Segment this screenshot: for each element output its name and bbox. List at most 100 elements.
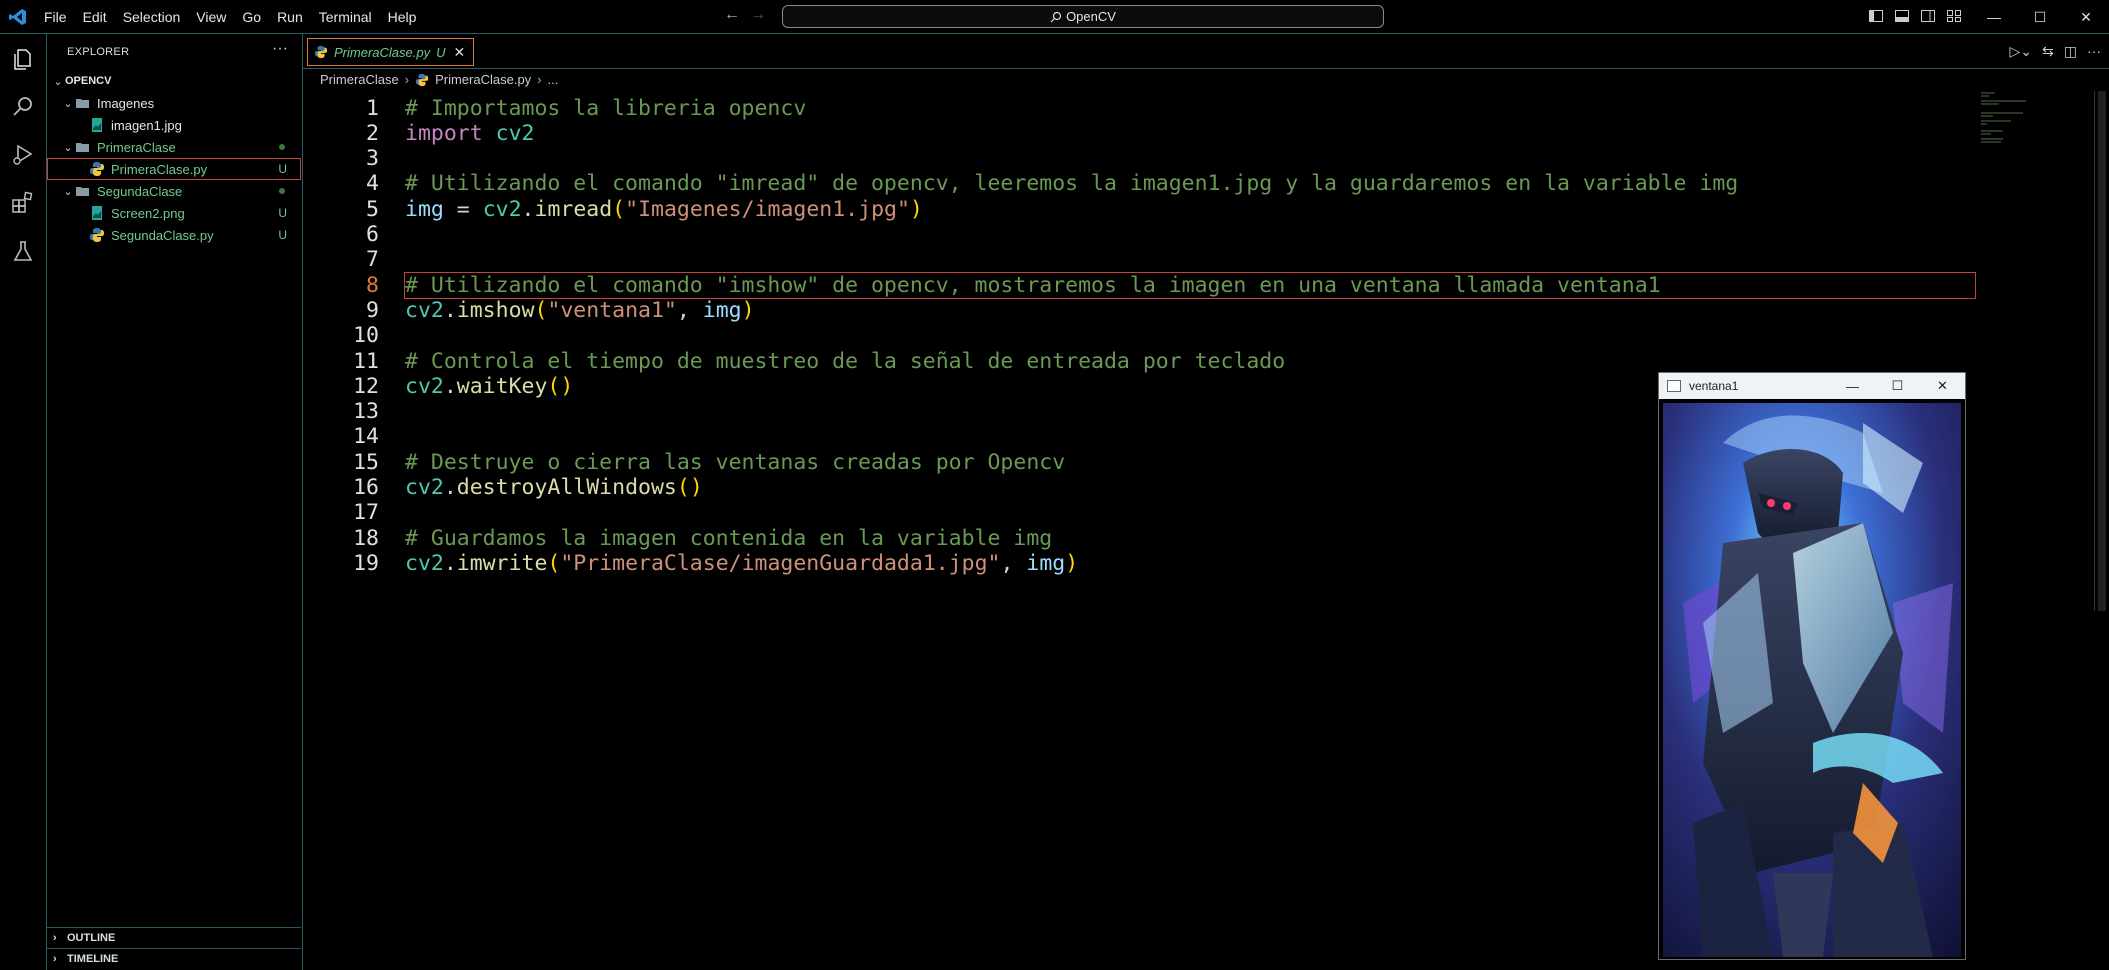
- tree-item-label: PrimeraClase.py: [111, 161, 208, 177]
- minimap[interactable]: [1981, 91, 2041, 151]
- folder-open-icon: [76, 143, 89, 152]
- workspace-root-label: OPENCV: [65, 75, 112, 87]
- explorer-header: EXPLORER: [67, 46, 130, 58]
- tree-folder-imagenes[interactable]: ⌄ Imagenes: [47, 92, 301, 114]
- menu-view[interactable]: View: [196, 9, 226, 25]
- explorer-more-actions-icon[interactable]: ···: [272, 40, 288, 58]
- modified-dot-icon: [279, 188, 285, 194]
- image-file-icon: [92, 206, 102, 220]
- tab-git-status: U: [436, 44, 446, 60]
- run-debug-icon[interactable]: [10, 142, 36, 168]
- chevron-right-icon: ›: [537, 72, 542, 87]
- tree-item-label: Imagenes: [97, 95, 155, 111]
- tree-item-label: SegundaClase.py: [111, 227, 214, 243]
- run-python-file-icon[interactable]: ▷⌄: [2010, 43, 2033, 60]
- tree-item-label: SegundaClase: [97, 183, 183, 199]
- tree-file-imagen1[interactable]: imagen1.jpg: [47, 114, 301, 136]
- breadcrumb-folder[interactable]: PrimeraClase: [320, 72, 399, 87]
- split-editor-icon[interactable]: ◫: [2064, 43, 2077, 60]
- breadcrumb: PrimeraClase › PrimeraClase.py › ...: [320, 72, 558, 87]
- menu-terminal[interactable]: Terminal: [319, 9, 372, 25]
- title-bar: File Edit Selection View Go Run Terminal…: [0, 0, 2109, 34]
- python-file-icon: [90, 228, 104, 242]
- opencv-window-title: ventana1: [1689, 379, 1739, 393]
- chevron-down-icon: ⌄: [53, 75, 63, 88]
- nav-arrows: ← →: [724, 6, 766, 24]
- git-status-badge: U: [278, 162, 287, 176]
- tree-folder-primeraclase[interactable]: ⌄ PrimeraClase: [47, 136, 301, 158]
- command-center-search[interactable]: OpenCV: [782, 5, 1384, 28]
- tab-primeraclase-py[interactable]: PrimeraClase.py U ✕: [307, 38, 475, 66]
- tab-close-icon[interactable]: ✕: [453, 44, 465, 61]
- tree-item-label: Screen2.png: [111, 205, 185, 221]
- chevron-down-icon: ⌄: [63, 141, 73, 154]
- timeline-section[interactable]: › TIMELINE: [47, 948, 301, 969]
- chevron-down-icon: ⌄: [63, 97, 73, 110]
- search-icon[interactable]: [10, 94, 36, 120]
- vscode-logo-icon: [9, 9, 26, 25]
- tree-file-primeraclase-py[interactable]: PrimeraClase.py U: [47, 158, 301, 180]
- window-app-icon: [1667, 380, 1681, 392]
- command-center-label: OpenCV: [1066, 9, 1116, 24]
- code-text[interactable]: cv2.imwrite("PrimeraClase/imagenGuardada…: [405, 551, 1078, 576]
- toggle-primary-sidebar-icon[interactable]: [1868, 8, 1884, 24]
- minimize-button[interactable]: —: [1971, 0, 2017, 34]
- folder-open-icon: [76, 99, 89, 108]
- toggle-panel-icon[interactable]: [1894, 8, 1910, 24]
- menu-go[interactable]: Go: [242, 9, 261, 25]
- git-status-badge: U: [278, 206, 287, 220]
- customize-layout-icon[interactable]: [1946, 8, 1962, 24]
- close-button[interactable]: ✕: [2063, 0, 2109, 34]
- menu-edit[interactable]: Edit: [83, 9, 107, 25]
- git-status-badge: U: [278, 228, 287, 242]
- editor-scrollbar[interactable]: [2094, 91, 2109, 611]
- breadcrumb-file[interactable]: PrimeraClase.py: [435, 72, 531, 87]
- more-actions-icon[interactable]: ···: [2087, 43, 2101, 60]
- toggle-secondary-sidebar-icon[interactable]: [1920, 8, 1936, 24]
- explorer-sidebar: EXPLORER ··· ⌄ OPENCV ⌄ Imagenes imagen1…: [47, 34, 303, 970]
- chevron-right-icon: ›: [404, 72, 410, 87]
- maximize-button[interactable]: ☐: [2017, 0, 2063, 34]
- tree-file-screen2[interactable]: Screen2.png U: [47, 202, 301, 224]
- scrollbar-thumb[interactable]: [2098, 91, 2106, 611]
- opencv-maximize-button[interactable]: ☐: [1875, 373, 1920, 399]
- forward-arrow-icon[interactable]: →: [750, 6, 766, 24]
- editor-tabs: PrimeraClase.py U ✕ ▷⌄ ⇆ ◫ ···: [303, 34, 2109, 69]
- modified-dot-icon: [279, 144, 285, 150]
- python-file-icon: [90, 162, 104, 176]
- opencv-window-titlebar[interactable]: ventana1 — ☐ ✕: [1659, 373, 1965, 399]
- workspace-root[interactable]: ⌄ OPENCV: [47, 70, 301, 92]
- python-file-icon: [314, 45, 328, 59]
- breadcrumb-more[interactable]: ...: [548, 72, 559, 87]
- window-controls: — ☐ ✕: [1971, 0, 2109, 34]
- source-control-compare-icon[interactable]: ⇆: [2042, 43, 2054, 60]
- outline-label: OUTLINE: [67, 932, 116, 944]
- back-arrow-icon[interactable]: ←: [724, 6, 740, 24]
- tree-file-segundaclase-py[interactable]: SegundaClase.py U: [47, 224, 301, 246]
- opencv-close-button[interactable]: ✕: [1920, 373, 1965, 399]
- layout-controls: [1868, 8, 1962, 24]
- explorer-icon[interactable]: [10, 46, 36, 72]
- tree-item-label: PrimeraClase: [97, 139, 176, 155]
- line-number: 19: [353, 550, 379, 576]
- tree-item-label: imagen1.jpg: [111, 117, 182, 133]
- menu-selection[interactable]: Selection: [123, 9, 181, 25]
- opencv-window[interactable]: ventana1 — ☐ ✕: [1658, 372, 1966, 960]
- chevron-right-icon: ›: [53, 932, 57, 944]
- tab-label: PrimeraClase.py: [334, 44, 431, 60]
- testing-icon[interactable]: [10, 238, 36, 264]
- editor-actions: ▷⌄ ⇆ ◫ ···: [2010, 43, 2101, 60]
- python-file-icon: [415, 73, 429, 86]
- folder-open-icon: [76, 187, 89, 196]
- opencv-window-controls: — ☐ ✕: [1830, 373, 1965, 399]
- tree-folder-segundaclase[interactable]: ⌄ SegundaClase: [47, 180, 301, 202]
- opencv-minimize-button[interactable]: —: [1830, 373, 1875, 399]
- menu-help[interactable]: Help: [388, 9, 417, 25]
- extensions-icon[interactable]: [10, 190, 36, 216]
- menu-bar: File Edit Selection View Go Run Terminal…: [44, 0, 432, 34]
- menu-run[interactable]: Run: [277, 9, 303, 25]
- outline-section[interactable]: › OUTLINE: [47, 927, 301, 948]
- menu-file[interactable]: File: [44, 9, 67, 25]
- displayed-image: [1663, 403, 1961, 957]
- image-file-icon: [92, 118, 102, 132]
